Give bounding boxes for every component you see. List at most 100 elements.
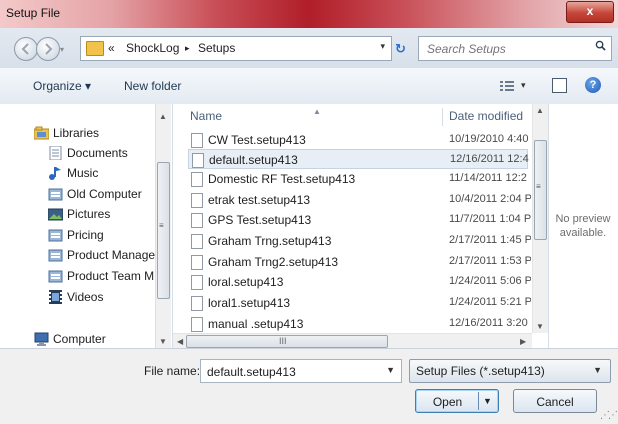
breadcrumb-overflow[interactable]: « [108, 41, 115, 55]
file-row[interactable]: loral.setup413 1/24/2011 5:06 P [188, 272, 531, 292]
navigation-scroll-thumb[interactable] [157, 162, 170, 299]
scroll-left-icon[interactable]: ◀ [177, 337, 183, 346]
scroll-grip-icon: ≡ [159, 221, 164, 230]
folder-icon [86, 41, 104, 56]
address-bar[interactable]: « ShockLog ▸ Setups ▾ [80, 36, 392, 61]
library-icon [48, 229, 63, 242]
file-row-selected[interactable]: default.setup413 12/16/2011 12:4 [188, 149, 529, 169]
documents-icon [49, 146, 62, 160]
file-row[interactable]: Graham Trng2.setup413 2/17/2011 1:53 P [188, 252, 531, 272]
search-input[interactable] [425, 40, 587, 58]
file-date: 10/19/2010 4:40 [449, 133, 529, 145]
column-header-name[interactable]: Name [190, 104, 222, 128]
file-date: 10/4/2011 2:04 P [449, 193, 531, 205]
file-row[interactable]: etrak test.setup413 10/4/2011 2:04 P [188, 190, 531, 210]
forward-arrow-icon [45, 43, 53, 55]
cancel-button[interactable]: Cancel [513, 389, 597, 413]
resize-grip-icon[interactable]: ⋰⋰ [600, 410, 618, 421]
preview-line-2: available. [559, 227, 607, 239]
file-icon [191, 193, 203, 208]
scroll-grip-icon: ≡ [536, 182, 541, 191]
scroll-grip-icon: III [279, 336, 287, 346]
nav-item-label: Libraries [53, 126, 100, 140]
search-box[interactable] [418, 36, 612, 61]
file-name-label: File name: [144, 364, 201, 378]
column-header-date-modified[interactable]: Date modified [449, 104, 523, 128]
breadcrumb-shocklog[interactable]: ShockLog [126, 41, 179, 55]
file-row[interactable]: Domestic RF Test.setup413 11/14/2011 12:… [188, 169, 528, 189]
new-folder-button[interactable]: New folder [124, 79, 181, 93]
file-name-combobox[interactable]: ▼ [200, 359, 402, 383]
nav-item-label: Pictures [67, 207, 111, 221]
preview-line-1: No preview [555, 213, 611, 225]
breadcrumb-separator-icon[interactable]: ▸ [185, 43, 190, 54]
sort-ascending-icon: ▲ [313, 107, 321, 116]
file-type-filter[interactable]: Setup Files (*.setup413) ▼ [409, 359, 611, 383]
organize-menu[interactable]: Organize ▾ [33, 79, 91, 93]
preview-pane-toggle-icon[interactable] [552, 78, 567, 93]
computer-icon [34, 332, 49, 346]
file-list: Name ▲ Date modified CW Test.setup413 10… [173, 104, 548, 348]
file-name: Domestic RF Test.setup413 [208, 172, 356, 186]
file-icon [191, 172, 203, 187]
file-date: 1/24/2011 5:21 P [449, 296, 531, 308]
back-button[interactable] [14, 37, 38, 61]
file-type-dropdown-icon[interactable]: ▼ [593, 365, 602, 375]
file-type-label: Setup Files (*.setup413) [416, 364, 545, 378]
view-options-icon[interactable] [500, 80, 514, 91]
file-name-input[interactable] [205, 363, 379, 381]
refresh-icon[interactable]: ↻ [395, 41, 406, 57]
forward-button[interactable] [36, 37, 60, 61]
file-icon [191, 133, 203, 148]
file-row[interactable]: Graham Trng.setup413 2/17/2011 1:45 P [188, 231, 531, 251]
help-icon[interactable]: ? [585, 77, 601, 93]
open-options-dropdown-icon[interactable]: ▼ [483, 396, 492, 406]
title-bar[interactable]: Setup File x [0, 0, 618, 28]
scroll-right-icon[interactable]: ▶ [520, 337, 526, 346]
libraries-icon [34, 126, 49, 140]
library-icon [48, 188, 63, 201]
back-arrow-icon [21, 43, 29, 55]
nav-item-label: Product Manage [67, 248, 156, 262]
search-icon[interactable] [595, 40, 606, 51]
scroll-down-icon[interactable]: ▼ [159, 337, 167, 346]
file-name: loral1.setup413 [208, 296, 291, 310]
file-row[interactable]: CW Test.setup413 10/19/2010 4:40 [188, 130, 529, 150]
file-date: 11/7/2011 1:04 P [449, 213, 531, 225]
file-row[interactable]: manual .setup413 12/16/2011 3:20 [188, 314, 528, 334]
nav-item-label: Product Team M [67, 269, 155, 283]
pictures-icon [48, 208, 63, 221]
scroll-down-icon[interactable]: ▼ [536, 322, 544, 331]
breadcrumb-setups[interactable]: Setups [198, 41, 235, 55]
horizontal-scroll-thumb[interactable] [186, 335, 388, 348]
file-name: Graham Trng2.setup413 [208, 255, 339, 269]
file-icon [191, 234, 203, 249]
scroll-up-icon[interactable]: ▲ [536, 106, 544, 115]
file-row[interactable]: loral1.setup413 1/24/2011 5:21 P [188, 293, 531, 313]
file-date: 11/14/2011 12:2 [449, 172, 527, 184]
file-name: GPS Test.setup413 [208, 213, 312, 227]
file-name: etrak test.setup413 [208, 193, 311, 207]
file-name-dropdown-icon[interactable]: ▼ [386, 365, 395, 375]
library-icon [48, 270, 63, 283]
close-button[interactable]: x [566, 1, 614, 23]
open-button-label: Open [432, 395, 463, 409]
file-name: CW Test.setup413 [208, 133, 306, 147]
file-name: manual .setup413 [208, 317, 304, 331]
window-title: Setup File [6, 6, 61, 20]
file-date: 2/17/2011 1:45 P [449, 234, 531, 246]
view-dropdown-icon[interactable]: ▾ [521, 80, 526, 91]
library-icon [48, 249, 63, 262]
scroll-up-icon[interactable]: ▲ [159, 112, 167, 121]
file-icon [191, 317, 203, 332]
recent-pages-dropdown-icon[interactable]: ▾ [60, 45, 64, 54]
file-icon [191, 213, 203, 228]
column-divider[interactable] [442, 108, 443, 126]
nav-item-label: Pricing [67, 228, 104, 242]
file-date: 2/17/2011 1:53 P [449, 255, 531, 267]
address-dropdown-icon[interactable]: ▾ [380, 41, 385, 52]
file-name: loral.setup413 [208, 275, 284, 289]
file-icon [191, 255, 203, 270]
open-split-divider [478, 392, 479, 410]
file-row[interactable]: GPS Test.setup413 11/7/2011 1:04 P [188, 210, 531, 230]
